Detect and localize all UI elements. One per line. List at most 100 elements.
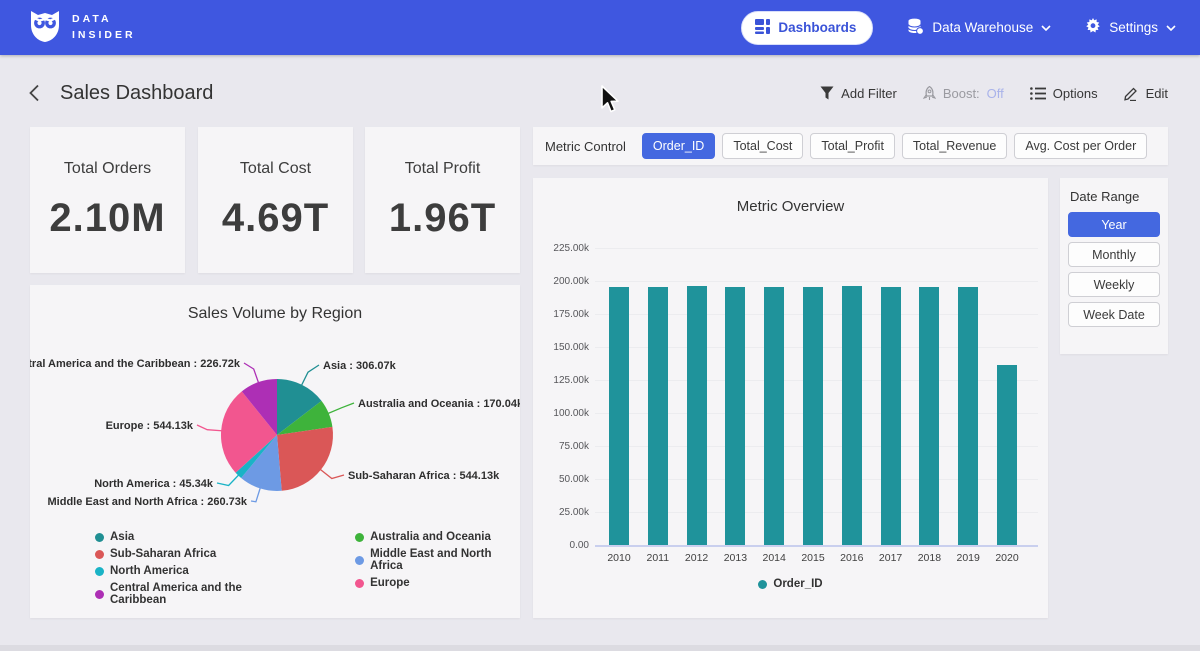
pie-slice-label: North America : 45.34k [94,478,214,490]
metric-option-total-cost[interactable]: Total_Cost [722,133,803,159]
x-axis-tick: 2013 [716,552,754,564]
pie-slice-label: Central America and the Caribbean : 226.… [30,358,241,370]
bar-2012[interactable] [687,286,707,545]
brand-name: DATA INSIDER [72,12,136,42]
y-axis-tick: 200.00k [543,276,589,287]
y-axis-tick: 175.00k [543,309,589,320]
kpi-card-total-cost: Total Cost 4.69T [198,127,353,273]
y-axis-tick: 125.00k [543,375,589,386]
y-axis-tick: 75.00k [543,441,589,452]
rocket-icon [923,86,936,101]
pie-chart-legend: Asia Sub-Saharan Africa North America Centr… [95,531,520,606]
pie-leader-line [251,487,261,502]
kpi-card-total-orders: Total Orders 2.10M [30,127,185,273]
pie-leader-line [197,425,223,431]
brand[interactable]: DATA INSIDER [28,7,136,48]
bar-chart-title: Metric Overview [533,198,1048,215]
date-range-panel: Date Range YearMonthlyWeeklyWeek Date [1060,178,1168,354]
pie-legend-item-middle-east-and-north-africa[interactable]: Middle East and North Africa [355,548,520,572]
options-button[interactable]: Options [1030,86,1098,101]
bar-2016[interactable] [842,286,862,545]
page-title: Sales Dashboard [60,82,213,105]
legend-dot [355,556,364,565]
metric-option-order-id[interactable]: Order_ID [642,133,715,159]
dashboard-page: DATA INSIDER Dashboards [0,0,1200,651]
back-button[interactable] [28,84,46,102]
kpi-value: 1.96T [389,196,496,241]
nav-data-warehouse-label: Data Warehouse [932,20,1033,35]
chevron-down-icon [1041,25,1051,31]
pie-leader-line [301,365,319,387]
bar-2015[interactable] [803,287,823,545]
top-nav: DATA INSIDER Dashboards [0,0,1200,55]
bar-2010[interactable] [609,287,629,545]
date-range-option-week-date[interactable]: Week Date [1068,302,1160,327]
metric-option-total-profit[interactable]: Total_Profit [810,133,895,159]
y-axis-tick: 50.00k [543,474,589,485]
date-range-option-monthly[interactable]: Monthly [1068,242,1160,267]
metric-option-avg-cost-per-order[interactable]: Avg. Cost per Order [1014,133,1147,159]
x-axis-tick: 2014 [755,552,793,564]
nav-dashboards-button[interactable]: Dashboards [741,11,873,45]
bar-2011[interactable] [648,287,668,545]
x-axis-tick: 2011 [639,552,677,564]
kpi-card-total-profit: Total Profit 1.96T [365,127,520,273]
gridline [595,545,1038,547]
y-axis-tick: 25.00k [543,507,589,518]
database-icon [907,18,924,38]
pie-legend-item-asia[interactable]: Asia [95,531,293,543]
list-icon [1030,87,1046,100]
metric-overview-chart: Metric Overview 225.00k 200.00k 175.00k 150… [533,178,1048,618]
edit-button[interactable]: Edit [1124,86,1168,101]
bar-2017[interactable] [881,287,901,545]
gear-icon [1085,18,1101,37]
kpi-value: 4.69T [222,196,329,241]
pie-leader-line [217,474,240,486]
boost-status: Off [987,86,1004,101]
bar-2018[interactable] [919,287,939,545]
bar-2014[interactable] [764,287,784,545]
date-range-option-weekly[interactable]: Weekly [1068,272,1160,297]
pie-legend-item-sub-saharan-africa[interactable]: Sub-Saharan Africa [95,548,293,560]
pie-slice-label: Australia and Oceania : 170.04k [358,398,520,410]
nav-settings-label: Settings [1109,20,1158,35]
pie-slice-label: Asia : 306.07k [323,360,397,372]
metric-control-bar: Metric Control Order_IDTotal_CostTotal_P… [533,127,1168,165]
x-axis-tick: 2010 [600,552,638,564]
date-range-option-year[interactable]: Year [1068,212,1160,237]
legend-item-order-id[interactable]: Order_ID [758,578,822,590]
pie-legend-item-central-america-and-the-caribbean[interactable]: Central America and the Caribbean [95,582,293,606]
x-axis-tick: 2012 [678,552,716,564]
x-axis-tick: 2019 [949,552,987,564]
pie-legend-item-north-america[interactable]: North America [95,565,293,577]
x-axis-tick: 2020 [988,552,1026,564]
pencil-icon [1124,86,1139,101]
y-axis-tick: 225.00k [543,243,589,254]
nav-settings-menu[interactable]: Settings [1085,18,1176,37]
pie-legend-item-europe[interactable]: Europe [355,577,520,589]
nav-data-warehouse-menu[interactable]: Data Warehouse [907,18,1051,38]
pie-legend-item-australia-and-oceania[interactable]: Australia and Oceania [355,531,520,543]
legend-dot [758,580,767,589]
nav-dashboards-label: Dashboards [778,20,856,35]
bar-2020[interactable] [997,365,1017,545]
bar-2019[interactable] [958,287,978,545]
x-axis-tick: 2018 [910,552,948,564]
pie-slice-sub-saharan-africa[interactable] [277,427,333,491]
subheader: Sales Dashboard Add Filter Boost: Off [0,75,1200,111]
metric-options: Order_ID Total_Cost Total_Profit Total_Reve… [642,133,1147,159]
owl-logo-icon [28,7,62,48]
gridline [595,248,1038,249]
metric-option-total-revenue[interactable]: Total_Revenue [902,133,1007,159]
legend-dot [95,590,104,599]
y-axis-tick: 100.00k [543,408,589,419]
chevron-down-icon [1166,25,1176,31]
kpi-label: Total Profit [405,160,481,178]
y-axis-tick: 0.00 [543,540,589,551]
boost-toggle[interactable]: Boost: Off [923,86,1004,101]
add-filter-button[interactable]: Add Filter [820,86,897,101]
gridline [595,281,1038,282]
filter-icon [820,86,834,100]
bar-2013[interactable] [725,287,745,545]
y-axis-tick: 150.00k [543,342,589,353]
